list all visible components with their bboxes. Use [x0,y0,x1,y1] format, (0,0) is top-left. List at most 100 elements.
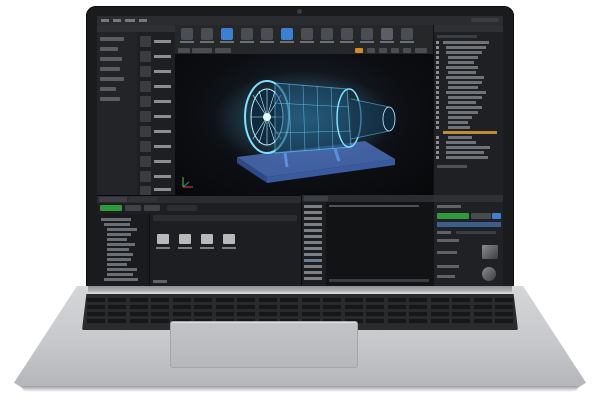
content-search[interactable] [153,215,297,221]
keyboard-key[interactable] [429,318,450,324]
content-path[interactable] [167,205,197,211]
keyboard-key[interactable] [279,297,300,303]
keyboard-key[interactable] [86,318,106,324]
keyboard-key[interactable] [408,318,429,324]
keyboard-key[interactable] [365,318,386,324]
keyboard-key[interactable] [472,318,493,324]
keyboard-key[interactable] [300,304,321,310]
selected-component-row[interactable] [437,222,501,227]
keyboard-key[interactable] [322,311,343,317]
keyboard-key[interactable] [193,311,214,317]
keyboard-key[interactable] [429,311,450,317]
keyboard-key[interactable] [279,311,300,317]
keyboard-key[interactable] [494,311,514,317]
keyboard-key[interactable] [214,297,235,303]
keyboard-key[interactable] [494,318,514,324]
keyboard-key[interactable] [300,297,321,303]
tool-button[interactable] [301,28,313,40]
keyboard-key[interactable] [150,304,171,310]
keyboard-key[interactable] [107,311,128,317]
keyboard-key[interactable] [451,318,472,324]
tool-button[interactable] [361,28,373,40]
keyboard-key[interactable] [300,311,321,317]
keyboard-key[interactable] [451,304,472,310]
keyboard-key[interactable] [365,311,386,317]
keyboard-key[interactable] [451,311,472,317]
keyboard-key[interactable] [171,304,192,310]
3d-viewport[interactable] [175,47,433,195]
play-button[interactable] [381,28,393,40]
keyboard-key[interactable] [494,304,514,310]
keyboard-key[interactable] [150,311,171,317]
tool-button[interactable] [281,28,293,40]
tool-button[interactable] [401,28,413,40]
touchpad[interactable] [170,321,358,368]
keyboard-key[interactable] [279,304,300,310]
keyboard-key[interactable] [343,311,364,317]
keyboard-key[interactable] [386,304,407,310]
tool-button[interactable] [261,28,273,40]
add-component-button[interactable] [437,213,469,219]
import-button[interactable] [125,205,141,211]
console-input[interactable] [329,279,429,282]
keyboard-key[interactable] [214,311,235,317]
keyboard-key[interactable] [408,297,429,303]
folder-icon[interactable] [223,234,235,244]
keyboard-key[interactable] [257,311,278,317]
keyboard-key[interactable] [386,311,407,317]
keyboard-key[interactable] [128,311,149,317]
keyboard-key[interactable] [171,311,192,317]
keyboard-key[interactable] [257,304,278,310]
keyboard-key[interactable] [472,311,493,317]
keyboard-key[interactable] [408,304,429,310]
tool-button[interactable] [321,28,333,40]
keyboard-key[interactable] [429,297,450,303]
keyboard-key[interactable] [257,297,278,303]
keyboard-key[interactable] [322,297,343,303]
keyboard-key[interactable] [236,304,257,310]
keyboard-key[interactable] [429,304,450,310]
keyboard-key[interactable] [193,297,214,303]
keyboard-key[interactable] [128,318,149,324]
blueprint-button[interactable] [471,213,491,219]
keyboard-key[interactable] [214,304,235,310]
keyboard-key[interactable] [472,304,493,310]
keyboard-key[interactable] [322,304,343,310]
tool-button[interactable] [201,28,213,40]
keyboard-key[interactable] [343,297,364,303]
tool-button[interactable] [221,28,233,40]
keyboard-key[interactable] [128,297,149,303]
folder-icon[interactable] [179,234,191,244]
tool-button[interactable] [181,28,193,40]
folder-icon[interactable] [201,234,213,244]
keyboard-key[interactable] [365,304,386,310]
keyboard-key[interactable] [386,297,407,303]
keyboard-key[interactable] [193,304,214,310]
keyboard-key[interactable] [365,297,386,303]
material-swatch[interactable] [482,245,498,259]
keyboard-key[interactable] [107,304,128,310]
keyboard-key[interactable] [451,297,472,303]
keyboard-key[interactable] [86,311,106,317]
add-new-button[interactable] [100,205,122,211]
keyboard-key[interactable] [107,297,128,303]
keyboard-key[interactable] [343,304,364,310]
keyboard-key[interactable] [128,304,149,310]
keyboard-key[interactable] [236,311,257,317]
keyboard-key[interactable] [494,297,514,303]
keyboard-key[interactable] [107,318,128,324]
keyboard-key[interactable] [386,318,407,324]
keyboard-key[interactable] [150,297,171,303]
tool-button[interactable] [241,28,253,40]
tool-button[interactable] [341,28,353,40]
keyboard-key[interactable] [86,304,106,310]
keyboard-key[interactable] [472,297,493,303]
material-sphere[interactable] [482,267,496,281]
keyboard-key[interactable] [236,297,257,303]
keyboard-key[interactable] [86,297,106,303]
keyboard-key[interactable] [408,311,429,317]
folder-icon[interactable] [157,234,169,244]
details-action-button[interactable] [492,213,501,219]
keyboard-key[interactable] [150,318,171,324]
keyboard-key[interactable] [171,297,192,303]
